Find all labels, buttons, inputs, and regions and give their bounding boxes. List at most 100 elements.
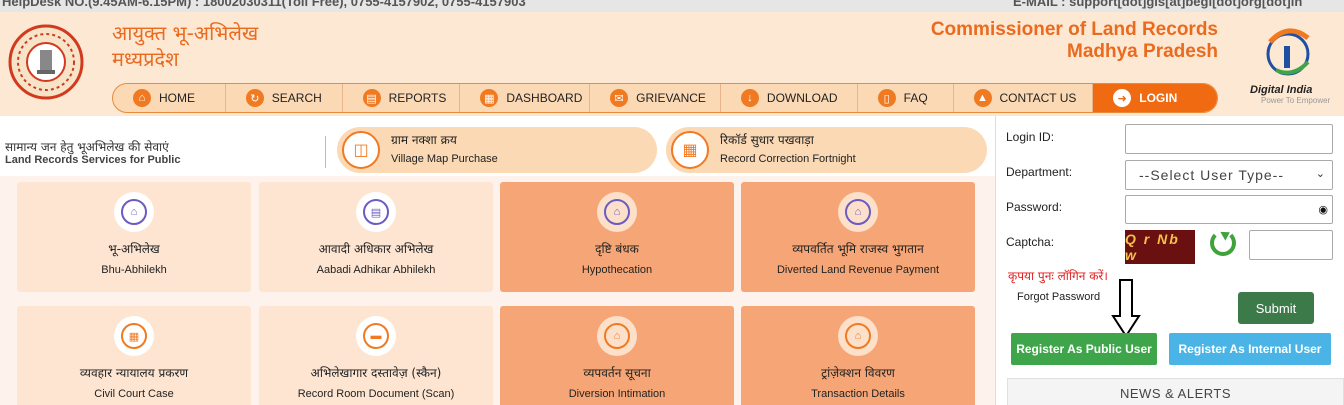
nav-dashboard[interactable]: ▦ DASHBOARD (460, 84, 591, 112)
record-correction-fortnight-english: Record Correction Fortnight (720, 153, 856, 165)
nav-faq-label: FAQ (903, 91, 928, 105)
record-correction-fortnight-hindi: रिकॉर्ड सुधार पखवाड़ा (720, 133, 814, 147)
nav-faq[interactable]: ▯ FAQ (858, 84, 954, 112)
tile-hindi-label: दृष्टि बंधक (595, 242, 639, 256)
tile-icon-ring: ⌂ (114, 192, 154, 232)
nav-grievance-label: GRIEVANCE (636, 91, 706, 105)
news-alerts-header: NEWS & ALERTS (1007, 378, 1344, 405)
site-header: आयुक्त भू-अभिलेख मध्यप्रदेश Commissioner… (0, 12, 1344, 116)
department-label: Department: (1006, 165, 1073, 179)
submit-button[interactable]: Submit (1238, 292, 1314, 324)
chevron-down-icon: ⌄ (1315, 168, 1326, 180)
chat-icon: ✉ (610, 89, 629, 107)
calendar-icon: ▦ (671, 131, 709, 169)
home-icon: ⌂ (845, 199, 871, 225)
tile-english-label: Hypothecation (581, 264, 653, 276)
password-field[interactable]: ◉ (1125, 195, 1333, 224)
nav-search-label: SEARCH (271, 91, 322, 105)
forgot-password-link[interactable]: Forgot Password (1017, 291, 1100, 303)
tile-hindi-label: व्यपवर्तन सूचना (583, 366, 651, 380)
helpdesk-bar: HelpDesk NO.(9.45AM-6.15PM) : 1800203031… (0, 0, 1344, 12)
home-icon: ⌂ (604, 199, 630, 225)
tile-record-room-document[interactable]: ▬ अभिलेखागार दस्तावेज़ (स्कैन) Record Ro… (259, 306, 493, 405)
nav-reports-label: REPORTS (388, 91, 447, 105)
dept-title-hindi: आयुक्त भू-अभिलेख मध्यप्रदेश (112, 20, 258, 72)
nav-login-label: LOGIN (1139, 91, 1178, 105)
download-icon: ↓ (740, 89, 759, 107)
nav-reports[interactable]: ▤ REPORTS (343, 84, 461, 112)
tile-diversion-intimation[interactable]: ⌂ व्यपवर्तन सूचना Diversion Intimation (500, 306, 734, 405)
village-map-purchase-hindi: ग्राम नक्शा क्रय (391, 133, 457, 147)
divider (995, 116, 996, 405)
building-icon: ▦ (121, 323, 147, 349)
login-icon: ➜ (1113, 89, 1132, 107)
register-public-user-button[interactable]: Register As Public User (1011, 333, 1157, 365)
password-label: Password: (1006, 200, 1063, 214)
login-id-input[interactable] (1125, 124, 1333, 154)
services-bar: सामान्य जन हेतु भूअभिलेख की सेवाएं Land … (0, 126, 995, 174)
home-icon: ⌂ (604, 323, 630, 349)
dept-title-hindi-line1: आयुक्त भू-अभिलेख (112, 21, 259, 45)
village-map-purchase-pill[interactable]: ◫ ग्राम नक्शा क्रय Village Map Purchase (337, 127, 657, 173)
nav-home[interactable]: ⌂ HOME (113, 84, 226, 112)
nav-dashboard-label: DASHBOARD (506, 91, 583, 105)
tile-icon-ring: ▤ (356, 192, 396, 232)
folder-icon: ▬ (363, 323, 389, 349)
tile-english-label: Civil Court Case (94, 388, 174, 400)
tile-civil-court-case[interactable]: ▦ व्यवहार न्यायालय प्रकरण Civil Court Ca… (17, 306, 251, 405)
record-correction-fortnight-pill[interactable]: ▦ रिकॉर्ड सुधार पखवाड़ा Record Correctio… (666, 127, 987, 173)
report-icon: ▤ (362, 89, 381, 107)
tile-icon-ring: ▦ (114, 316, 154, 356)
tile-hindi-label: ट्रांज़ेक्शन विवरण (821, 366, 895, 380)
tile-hindi-label: व्यवहार न्यायालय प्रकरण (79, 366, 189, 380)
divider (325, 136, 326, 168)
village-map-purchase-english: Village Map Purchase (391, 153, 498, 165)
home-icon: ⌂ (133, 89, 151, 107)
tile-icon-ring: ⌂ (597, 192, 637, 232)
bookmark-icon: ▯ (877, 89, 896, 107)
tile-bhu-abhilekh[interactable]: ⌂ भू-अभिलेख Bhu-Abhilekh (17, 182, 251, 292)
services-heading-english: Land Records Services for Public (5, 154, 181, 166)
login-panel: Login ID: Department: --Select User Type… (1003, 116, 1344, 405)
tile-english-label: Transaction Details (811, 388, 905, 400)
tile-hindi-label: भू-अभिलेख (108, 242, 160, 256)
nav-download[interactable]: ↓ DOWNLOAD (721, 84, 858, 112)
tile-hindi-label: अभिलेखागार दस्तावेज़ (स्कैन) (310, 366, 442, 380)
tile-hindi-label: व्यपवर्तित भूमि राजस्व भुगतान (792, 242, 924, 256)
navigation-icon: ▲ (973, 89, 992, 107)
retry-login-message: कृपया पुनः लॉगिन करें। (1008, 269, 1108, 283)
nav-grievance[interactable]: ✉ GRIEVANCE (590, 84, 721, 112)
dept-title-english-line2: Madhya Pradesh (1067, 41, 1218, 62)
tile-icon-ring: ⌂ (838, 316, 878, 356)
arrow-down-icon (1111, 279, 1141, 338)
nav-contact-us[interactable]: ▲ CONTACT US (954, 84, 1094, 112)
tile-english-label: Record Room Document (Scan) (297, 388, 455, 400)
mp-government-emblem-icon (8, 24, 84, 100)
helpdesk-text: HelpDesk NO.(9.45AM-6.15PM) : 1800203031… (2, 0, 526, 9)
captcha-input[interactable] (1249, 230, 1333, 260)
eye-icon[interactable]: ◉ (1318, 203, 1328, 216)
map-icon: ◫ (342, 131, 380, 169)
digital-india-tagline: Power To Empower (1261, 96, 1331, 105)
captcha-label: Captcha: (1006, 235, 1055, 249)
grid-icon: ▦ (480, 89, 499, 107)
department-select[interactable]: --Select User Type-- ⌄ (1125, 160, 1333, 190)
nav-contact-us-label: CONTACT US (999, 91, 1077, 105)
services-heading-hindi: सामान्य जन हेतु भूअभिलेख की सेवाएं (5, 140, 169, 154)
tile-aabadi-adhikar-abhilekh[interactable]: ▤ आवादी अधिकार अभिलेख Aabadi Adhikar Abh… (259, 182, 493, 292)
nav-login[interactable]: ➜ LOGIN (1093, 84, 1217, 112)
register-internal-user-button[interactable]: Register As Internal User (1169, 333, 1331, 365)
tile-hypothecation[interactable]: ⌂ दृष्टि बंधक Hypothecation (500, 182, 734, 292)
refresh-captcha-icon[interactable] (1210, 230, 1236, 256)
tile-icon-ring: ⌂ (838, 192, 878, 232)
nav-search[interactable]: ↻ SEARCH (226, 84, 343, 112)
tile-icon-ring: ▬ (356, 316, 396, 356)
dept-title-hindi-line2: मध्यप्रदेश (112, 47, 179, 71)
tile-english-label: Diverted Land Revenue Payment (776, 264, 940, 276)
tile-english-label: Bhu-Abhilekh (101, 264, 167, 276)
home-icon: ⌂ (121, 199, 147, 225)
tile-hindi-label: आवादी अधिकार अभिलेख (318, 242, 434, 256)
tile-transaction-details[interactable]: ⌂ ट्रांज़ेक्शन विवरण Transaction Details (741, 306, 975, 405)
home-icon: ⌂ (845, 323, 871, 349)
tile-diverted-land-revenue-payment[interactable]: ⌂ व्यपवर्तित भूमि राजस्व भुगतान Diverted… (741, 182, 975, 292)
